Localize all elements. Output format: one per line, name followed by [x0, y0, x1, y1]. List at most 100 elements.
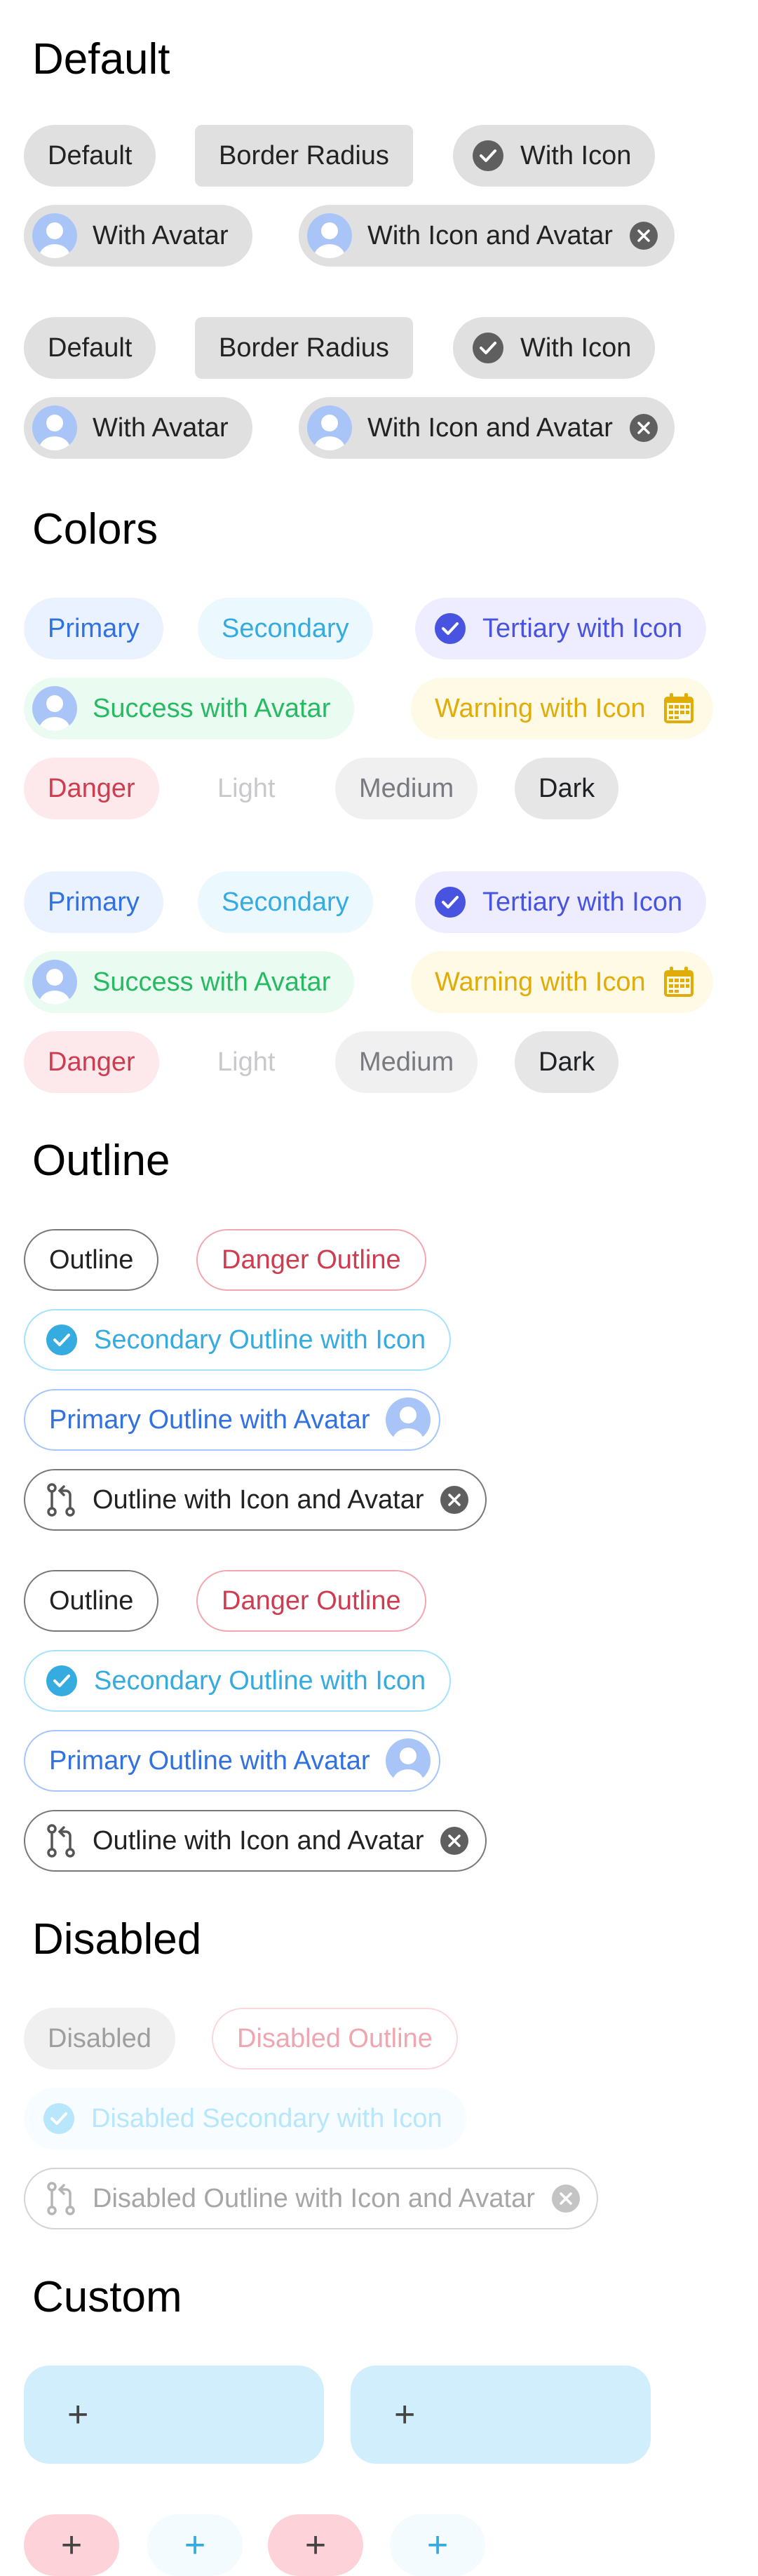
chip-warning-with-icon[interactable]: Warning with Icon — [411, 951, 713, 1013]
chip-primary-outline-with-avatar[interactable]: Primary Outline with Avatar — [24, 1730, 440, 1792]
chip-outline-with-icon-and-avatar[interactable]: Outline with Icon and Avatar — [24, 1810, 487, 1872]
chip-tertiary-with-icon[interactable]: Tertiary with Icon — [415, 598, 707, 659]
chip-dark[interactable]: Dark — [515, 1031, 619, 1093]
checkmark-circle-icon — [435, 613, 466, 644]
chip-light[interactable]: Light — [194, 1031, 299, 1093]
chip-success-with-avatar[interactable]: Success with Avatar — [24, 678, 355, 739]
chip-outline[interactable]: Outline — [24, 1570, 159, 1632]
chip-label: Outline — [49, 1245, 134, 1275]
chip-label: Disabled Secondary with Icon — [91, 2104, 442, 2133]
custom-chip-large[interactable]: + — [24, 2366, 324, 2464]
chip-tertiary-with-icon[interactable]: Tertiary with Icon — [415, 871, 707, 933]
calendar-icon — [663, 693, 693, 723]
chip-label: Default — [48, 141, 133, 170]
chip-outline-with-icon-and-avatar[interactable]: Outline with Icon and Avatar — [24, 1469, 487, 1531]
custom-chip-small-pink[interactable]: + — [24, 2514, 119, 2576]
checkmark-circle-icon — [43, 2103, 74, 2134]
plus-icon: + — [184, 2525, 206, 2565]
chip-dark[interactable]: Dark — [515, 758, 619, 819]
chip-label: With Icon and Avatar — [367, 221, 613, 250]
chip-with-icon-and-avatar[interactable]: With Icon and Avatar — [299, 205, 675, 267]
chip-label: Tertiary with Icon — [482, 614, 683, 643]
git-pull-request-icon — [47, 1824, 75, 1858]
chip-label: Secondary Outline with Icon — [94, 1666, 426, 1696]
checkmark-circle-icon — [46, 1324, 77, 1355]
chip-success-with-avatar[interactable]: Success with Avatar — [24, 951, 355, 1013]
chip-secondary-outline-with-icon[interactable]: Secondary Outline with Icon — [24, 1309, 452, 1371]
chip-default[interactable]: Default — [24, 317, 156, 379]
person-avatar — [307, 405, 352, 450]
close-circle-icon[interactable] — [439, 1825, 470, 1856]
chip-with-icon[interactable]: With Icon — [453, 317, 656, 379]
chip-with-icon-and-avatar[interactable]: With Icon and Avatar — [299, 397, 675, 459]
chip-label: Border Radius — [219, 141, 389, 170]
chip-medium[interactable]: Medium — [335, 758, 478, 819]
close-circle-icon[interactable] — [628, 412, 659, 443]
chip-primary-outline-with-avatar[interactable]: Primary Outline with Avatar — [24, 1389, 440, 1451]
section-title-default: Default — [32, 35, 170, 83]
chip-label: Tertiary with Icon — [482, 887, 683, 917]
chip-label: Light — [217, 774, 276, 803]
chip-label: Danger Outline — [222, 1245, 401, 1275]
section-title-colors: Colors — [32, 505, 158, 554]
chip-secondary[interactable]: Secondary — [198, 871, 373, 933]
chip-label: Light — [217, 1047, 276, 1077]
person-avatar — [385, 1397, 431, 1442]
calendar-icon — [663, 967, 693, 997]
chip-medium[interactable]: Medium — [335, 1031, 478, 1093]
chip-label: Secondary — [222, 614, 349, 643]
chip-label: With Icon and Avatar — [367, 413, 613, 443]
person-avatar — [385, 1738, 431, 1783]
chip-light[interactable]: Light — [194, 758, 299, 819]
chip-disabled-outline: Disabled Outline — [212, 2008, 458, 2069]
chip-secondary[interactable]: Secondary — [198, 598, 373, 659]
chip-default[interactable]: Default — [24, 125, 156, 187]
chip-label: Danger — [48, 1047, 135, 1077]
chip-secondary-outline-with-icon[interactable]: Secondary Outline with Icon — [24, 1650, 452, 1712]
close-circle-icon — [551, 2185, 580, 2213]
chip-label: Disabled Outline with Icon and Avatar — [93, 2184, 535, 2213]
chip-outline[interactable]: Outline — [24, 1229, 159, 1291]
plus-icon: + — [394, 2394, 416, 2435]
chip-label: Disabled Outline — [237, 2024, 433, 2053]
chip-label: Dark — [539, 1047, 595, 1077]
chip-danger[interactable]: Danger — [24, 758, 159, 819]
checkmark-circle-icon — [46, 1665, 77, 1696]
chip-border-radius[interactable]: Border Radius — [195, 125, 413, 187]
checkmark-circle-icon — [473, 333, 503, 363]
chip-with-avatar[interactable]: With Avatar — [24, 397, 252, 459]
checkmark-circle-icon — [435, 887, 466, 918]
chip-with-icon[interactable]: With Icon — [453, 125, 656, 187]
custom-chip-large[interactable]: + — [351, 2366, 651, 2464]
chip-disabled-secondary-with-icon: Disabled Secondary with Icon — [24, 2088, 466, 2149]
chip-label: Success with Avatar — [93, 694, 331, 723]
chip-danger-outline[interactable]: Danger Outline — [196, 1229, 426, 1291]
custom-chip-small-pink[interactable]: + — [268, 2514, 363, 2576]
chip-label: With Avatar — [93, 413, 229, 443]
chip-border-radius[interactable]: Border Radius — [195, 317, 413, 379]
chip-label: Primary — [48, 887, 140, 917]
plus-icon: + — [67, 2394, 89, 2435]
chip-label: Dark — [539, 774, 595, 803]
close-circle-icon[interactable] — [439, 1484, 470, 1515]
person-avatar — [32, 686, 77, 731]
chip-disabled: Disabled — [24, 2008, 175, 2069]
chip-danger[interactable]: Danger — [24, 1031, 159, 1093]
person-avatar — [32, 960, 77, 1005]
git-pull-request-icon — [47, 2182, 75, 2215]
chip-primary[interactable]: Primary — [24, 871, 163, 933]
chip-primary[interactable]: Primary — [24, 598, 163, 659]
close-circle-icon[interactable] — [628, 220, 659, 251]
section-title-custom: Custom — [32, 2273, 182, 2321]
custom-chip-small-blue[interactable]: + — [147, 2514, 243, 2576]
plus-icon: + — [304, 2525, 327, 2565]
chip-warning-with-icon[interactable]: Warning with Icon — [411, 678, 713, 739]
chip-label: Medium — [359, 774, 454, 803]
chip-with-avatar[interactable]: With Avatar — [24, 205, 252, 267]
chip-danger-outline[interactable]: Danger Outline — [196, 1570, 426, 1632]
chip-label: Disabled — [48, 2024, 151, 2053]
custom-chip-small-blue[interactable]: + — [390, 2514, 485, 2576]
chip-label: Warning with Icon — [435, 694, 646, 723]
chip-label: Outline with Icon and Avatar — [93, 1485, 424, 1515]
chip-label: Primary Outline with Avatar — [49, 1405, 370, 1435]
